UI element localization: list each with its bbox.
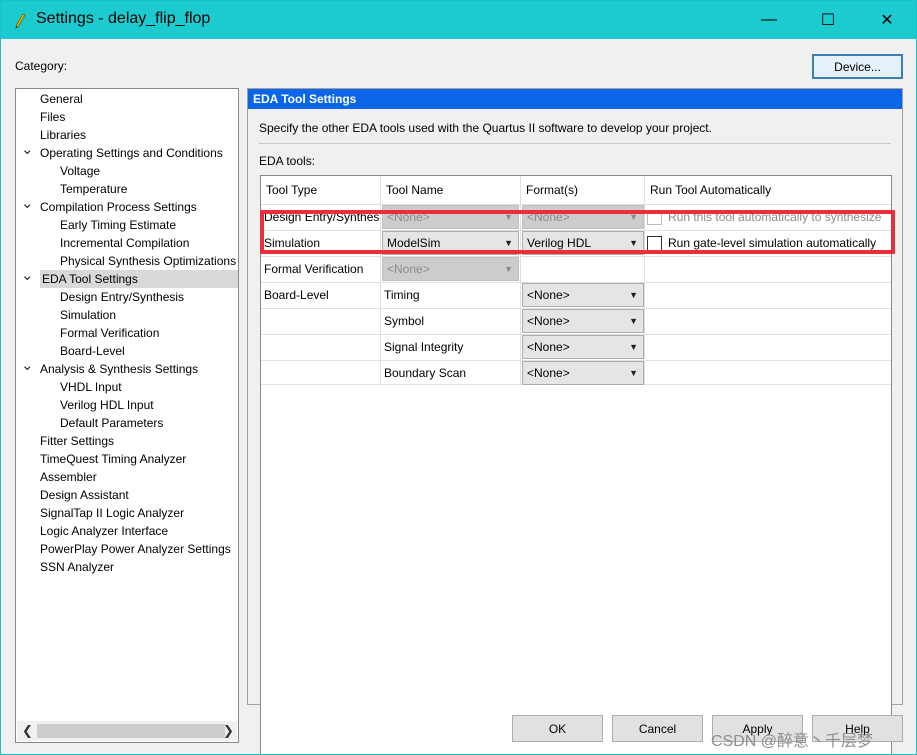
chevron-down-icon[interactable]: ⌄ xyxy=(21,142,34,157)
title-bar[interactable]: Settings - delay_flip_flop — ☐ ✕ xyxy=(1,1,916,39)
combo-value: <None> xyxy=(527,366,570,380)
chevron-down-icon: ▼ xyxy=(629,290,638,300)
ok-button[interactable]: OK xyxy=(512,715,603,742)
chevron-down-icon: ▼ xyxy=(629,342,638,352)
combo-value: <None> xyxy=(527,288,570,302)
column-header-tool-type: Tool Type xyxy=(266,183,318,197)
combo-value: <None> xyxy=(527,340,570,354)
tree-item-label: Incremental Compilation xyxy=(60,236,190,250)
combo-value: <None> xyxy=(387,262,430,276)
tree-item-label: Board-Level xyxy=(60,344,125,358)
tree-item-label: PowerPlay Power Analyzer Settings xyxy=(40,542,231,556)
chevron-down-icon[interactable]: ⌄ xyxy=(21,358,34,373)
tree-item-label: Design Entry/Synthesis xyxy=(60,290,185,304)
tool-name-combo: <None> ▼ xyxy=(382,257,519,281)
chevron-down-icon: ▼ xyxy=(629,316,638,326)
tree-item-label: Default Parameters xyxy=(60,416,164,430)
maximize-icon: ☐ xyxy=(820,12,836,29)
tree-item-label: Files xyxy=(40,110,66,124)
pencil-icon xyxy=(15,13,26,29)
scroll-left-icon[interactable]: ❮ xyxy=(19,721,36,741)
tree-item-label: Formal Verification xyxy=(60,326,160,340)
tree-item-label: Analysis & Synthesis Settings xyxy=(40,362,199,376)
tool-name-label: Symbol xyxy=(384,314,425,328)
grid-line xyxy=(644,176,645,384)
maximize-button[interactable]: ☐ xyxy=(803,1,853,39)
tree-item-label: Simulation xyxy=(60,308,117,322)
table-row-type: Formal Verification xyxy=(264,262,364,276)
tree-item-label: Design Assistant xyxy=(40,488,129,502)
chevron-down-icon[interactable]: ⌄ xyxy=(21,196,34,211)
tree-item-label: Assembler xyxy=(40,470,97,484)
chevron-down-icon[interactable]: ⌄ xyxy=(21,268,34,283)
tree-horizontal-scrollbar[interactable]: ❮ ❯ xyxy=(17,721,237,741)
close-icon: ✕ xyxy=(880,12,894,29)
tree-item-label: SignalTap II Logic Analyzer xyxy=(40,506,185,520)
device-button[interactable]: Device... xyxy=(812,54,903,79)
tree-item-label: Compilation Process Settings xyxy=(40,200,197,214)
tree-item-label: Temperature xyxy=(60,182,128,196)
scroll-thumb[interactable] xyxy=(37,724,225,738)
tree-item-label: Libraries xyxy=(40,128,87,142)
tree-item-label: Verilog HDL Input xyxy=(60,398,154,412)
tool-name-label: Signal Integrity xyxy=(384,340,464,354)
scroll-right-icon[interactable]: ❯ xyxy=(220,721,237,741)
category-label: Category: xyxy=(15,59,68,73)
table-row-type: Board-Level xyxy=(264,288,329,302)
tree-item-label: Physical Synthesis Optimizations xyxy=(60,254,237,268)
simulation-row-highlight xyxy=(260,210,895,254)
tree-item-label: TimeQuest Timing Analyzer xyxy=(40,452,187,466)
chevron-down-icon: ▼ xyxy=(504,264,513,274)
tool-name-label: Timing xyxy=(384,288,420,302)
format-combo[interactable]: <None> ▼ xyxy=(522,283,644,307)
tree-item-label: Voltage xyxy=(60,164,101,178)
tree-item-label: General xyxy=(40,92,83,106)
watermark: CSDN @醉意丶千层梦 xyxy=(711,733,874,750)
eda-tools-label: EDA tools: xyxy=(259,154,316,168)
category-tree[interactable]: General Files Libraries ⌄ Operating Settings… xyxy=(15,88,239,743)
grid-line xyxy=(520,176,521,384)
tree-item-label: SSN Analyzer xyxy=(40,560,115,574)
combo-value: <None> xyxy=(527,314,570,328)
eda-tool-settings-panel: EDA Tool Settings Specify the other EDA … xyxy=(247,88,903,754)
format-combo[interactable]: <None> ▼ xyxy=(522,361,644,385)
panel-header: EDA Tool Settings xyxy=(248,89,902,109)
separator xyxy=(259,143,891,144)
tree-item-label: EDA Tool Settings xyxy=(40,270,238,288)
chevron-down-icon: ▼ xyxy=(629,368,638,378)
tree-item-label: Logic Analyzer Interface xyxy=(40,524,169,538)
window-title: Settings - delay_flip_flop xyxy=(36,10,211,27)
cancel-button[interactable]: Cancel xyxy=(612,715,703,742)
minimize-button[interactable]: — xyxy=(744,1,794,39)
settings-window: Settings - delay_flip_flop — ☐ ✕ Categor… xyxy=(0,0,917,755)
close-button[interactable]: ✕ xyxy=(862,1,912,39)
column-header-run-automatically: Run Tool Automatically xyxy=(650,183,772,197)
tool-name-label: Boundary Scan xyxy=(384,366,467,380)
column-header-format: Format(s) xyxy=(526,183,578,197)
eda-tools-table: Tool Type Tool Name Format(s) Run Tool A… xyxy=(260,175,892,754)
tree-item-label: Operating Settings and Conditions xyxy=(40,146,223,160)
format-combo[interactable]: <None> ▼ xyxy=(522,335,644,359)
tree-item-label: VHDL Input xyxy=(60,380,122,394)
format-combo[interactable]: <None> ▼ xyxy=(522,309,644,333)
column-header-tool-name: Tool Name xyxy=(386,183,444,197)
minimize-icon: — xyxy=(761,11,777,28)
panel-description: Specify the other EDA tools used with th… xyxy=(259,121,712,135)
tree-item-label: Fitter Settings xyxy=(40,434,115,448)
tree-item-label: Early Timing Estimate xyxy=(60,218,177,232)
